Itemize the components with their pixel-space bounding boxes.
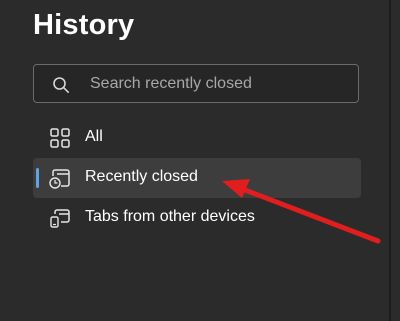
nav-item-recently-closed-label: Recently closed: [85, 168, 198, 185]
nav-item-all[interactable]: All: [33, 118, 361, 158]
search-box[interactable]: [33, 64, 359, 103]
recently-closed-icon: [49, 169, 70, 189]
selection-indicator: [36, 168, 39, 188]
panel-divider: [389, 0, 391, 321]
nav-item-other-devices-label: Tabs from other devices: [85, 208, 255, 225]
search-input[interactable]: [90, 73, 350, 95]
history-panel: History All Recently closed: [0, 0, 400, 321]
nav-item-all-label: All: [85, 128, 103, 145]
other-devices-icon: [50, 209, 70, 228]
search-icon: [53, 77, 70, 94]
page-title: History: [33, 9, 135, 41]
grid-icon: [50, 128, 70, 148]
nav-item-other-devices[interactable]: Tabs from other devices: [33, 198, 361, 238]
nav-item-recently-closed[interactable]: Recently closed: [33, 158, 361, 198]
